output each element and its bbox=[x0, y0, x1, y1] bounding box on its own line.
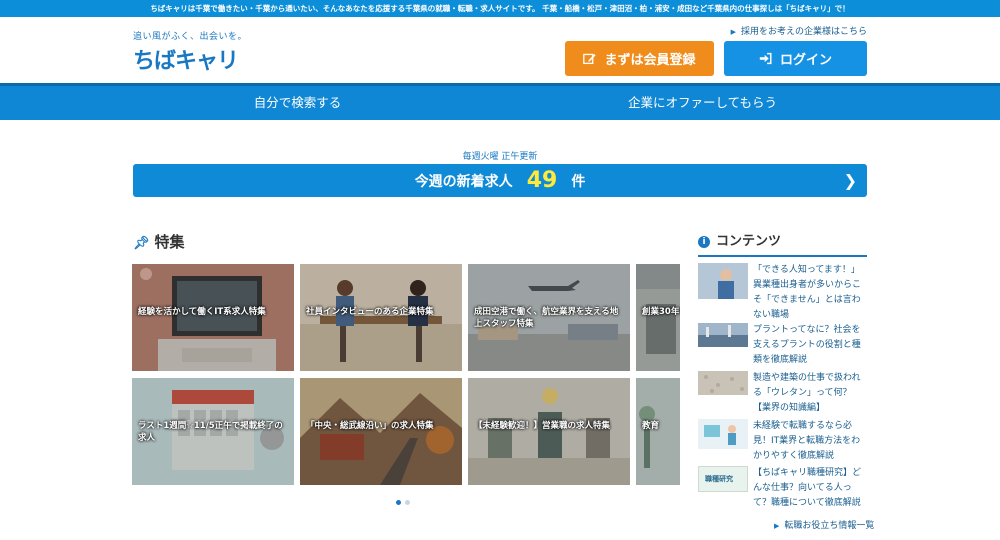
corporate-link[interactable]: ▶ 採用をお考えの企業様はこちら bbox=[731, 24, 867, 37]
carousel-dot-active[interactable] bbox=[396, 500, 401, 505]
content-thumbnail bbox=[698, 263, 748, 299]
feature-card-caption: 「中央・総武線沿い」の求人特集 bbox=[306, 421, 434, 431]
more-contents-link[interactable]: ▶ 転職お役立ち情報一覧 bbox=[774, 518, 874, 531]
features-title: 特集 bbox=[154, 233, 185, 251]
main-nav: 自分で検索する 企業にオファーしてもらう bbox=[0, 83, 1000, 120]
info-icon: i bbox=[698, 236, 710, 248]
feature-card-caption: 成田空港で働く、航空業界を支える地上スタッフ特集 bbox=[474, 307, 619, 330]
feature-card-caption: 社員インタビューのある企業特集 bbox=[306, 307, 434, 317]
feature-card-train-line[interactable]: 「中央・総武線沿い」の求人特集 bbox=[300, 378, 462, 485]
thumbnail-label: 職種研究 bbox=[705, 475, 733, 483]
feature-card-last-week[interactable]: ラスト1週間☆11/5正午で掲載終了の求人 bbox=[132, 378, 294, 485]
feature-card-interview[interactable]: 社員インタビューのある企業特集 bbox=[300, 264, 462, 371]
site-header: 追い風がふく、出会いを。 ちばキャリ ▶ 採用をお考えの企業様はこちら まずは会員… bbox=[0, 17, 1000, 83]
login-button-label: ログイン bbox=[779, 53, 832, 68]
content-item[interactable]: 「できる人知ってます！」異業種出身者が多いからこそ「できません」とは言わない職場 bbox=[698, 263, 867, 323]
new-jobs-count: 49 bbox=[526, 168, 558, 193]
content-item[interactable]: 製造や建築の仕事で扱われる「ウレタン」って何？【業界の知識編】 bbox=[698, 371, 867, 416]
register-button[interactable]: まずは会員登録 bbox=[565, 41, 714, 76]
content-title: 製造や建築の仕事で扱われる「ウレタン」って何？【業界の知識編】 bbox=[753, 373, 861, 413]
content-title: 「できる人知ってます！」異業種出身者が多いからこそ「できません」とは言わない職場 bbox=[753, 265, 862, 320]
logo-name: ちばキャリ bbox=[133, 49, 239, 74]
pin-icon: 📌︎ bbox=[133, 236, 150, 251]
feature-card-caption: ラスト1週間☆11/5正午で掲載終了の求人 bbox=[138, 421, 283, 444]
features-carousel: 経験を活かして働くIT系求人特集 社員インタビューのある企業特集 成田空港で働く… bbox=[132, 264, 680, 486]
features-heading: 📌︎ 特集 bbox=[133, 231, 185, 252]
site-logo[interactable]: 追い風がふく、出会いを。 ちばキャリ bbox=[133, 29, 263, 74]
logo-tagline: 追い風がふく、出会いを。 bbox=[133, 32, 248, 42]
content-title: 【ちばキャリ職種研究】どんな仕事？向いてる人って？職種について徹底解説 bbox=[753, 468, 862, 508]
chevron-right-icon: ▶ bbox=[774, 522, 780, 530]
content-thumbnail: 職種研究 bbox=[698, 466, 748, 492]
login-icon bbox=[759, 52, 772, 65]
content-thumbnail bbox=[698, 419, 748, 449]
register-button-label: まずは会員登録 bbox=[604, 53, 696, 68]
feature-card-caption: 経験を活かして働くIT系求人特集 bbox=[138, 307, 266, 317]
update-schedule-caption: 毎週火曜 正午更新 bbox=[462, 152, 538, 162]
feature-card-caption: 【未経験歓迎！】営業職の求人特集 bbox=[474, 421, 611, 431]
content-thumbnail bbox=[698, 371, 748, 395]
content-title: プラントってなに？社会を支えるプラントの役割と種類を徹底解説 bbox=[753, 325, 861, 365]
login-button[interactable]: ログイン bbox=[724, 41, 867, 76]
content-item[interactable]: 職種研究 【ちばキャリ職種研究】どんな仕事？向いてる人って？職種について徹底解説 bbox=[698, 466, 867, 511]
feature-card-sales[interactable]: 【未経験歓迎！】営業職の求人特集 bbox=[468, 378, 630, 485]
top-notice-bar: ちばキャリは千葉で働きたい・千葉から通いたい、そんなあなたを応援する千葉県の就職… bbox=[0, 0, 1000, 17]
feature-card-long-established[interactable]: 創業30年以上の会社でお仕事 bbox=[636, 264, 680, 371]
content-item[interactable]: プラントってなに？社会を支えるプラントの役割と種類を徹底解説 bbox=[698, 323, 867, 368]
feature-card-education[interactable]: 教育 bbox=[636, 378, 680, 485]
carousel-dot[interactable] bbox=[405, 500, 410, 505]
edit-icon bbox=[583, 53, 597, 65]
corporate-link-label: 採用をお考えの企業様はこちら bbox=[740, 27, 867, 37]
nav-item-offer[interactable]: 企業にオファーしてもらう bbox=[500, 86, 905, 120]
more-contents-label: 転職お役立ち情報一覧 bbox=[784, 521, 875, 531]
contents-heading: i コンテンツ bbox=[698, 230, 867, 257]
chevron-right-icon: ❯ bbox=[843, 171, 857, 190]
new-jobs-banner[interactable]: 今週の新着求人 49 件 ❯ bbox=[133, 164, 867, 197]
feature-card-it[interactable]: 経験を活かして働くIT系求人特集 bbox=[132, 264, 294, 371]
new-jobs-unit: 件 bbox=[571, 173, 586, 190]
feature-card-caption: 創業30年以上の会社でお仕事 bbox=[642, 307, 680, 317]
content-title: 未経験で転職するなら必見！IT業界と転職方法をわかりやすく徹底解説 bbox=[753, 421, 861, 461]
chevron-right-icon: ▶ bbox=[730, 28, 736, 36]
content-thumbnail bbox=[698, 323, 748, 347]
nav-item-search[interactable]: 自分で検索する bbox=[95, 86, 500, 120]
content-item[interactable]: 未経験で転職するなら必見！IT業界と転職方法をわかりやすく徹底解説 bbox=[698, 419, 867, 464]
new-jobs-label: 今週の新着求人 bbox=[414, 173, 513, 190]
feature-card-airport[interactable]: 成田空港で働く、航空業界を支える地上スタッフ特集 bbox=[468, 264, 630, 371]
carousel-pagination bbox=[396, 500, 410, 505]
feature-card-caption: 教育 bbox=[642, 421, 660, 431]
contents-title: コンテンツ bbox=[716, 234, 782, 249]
